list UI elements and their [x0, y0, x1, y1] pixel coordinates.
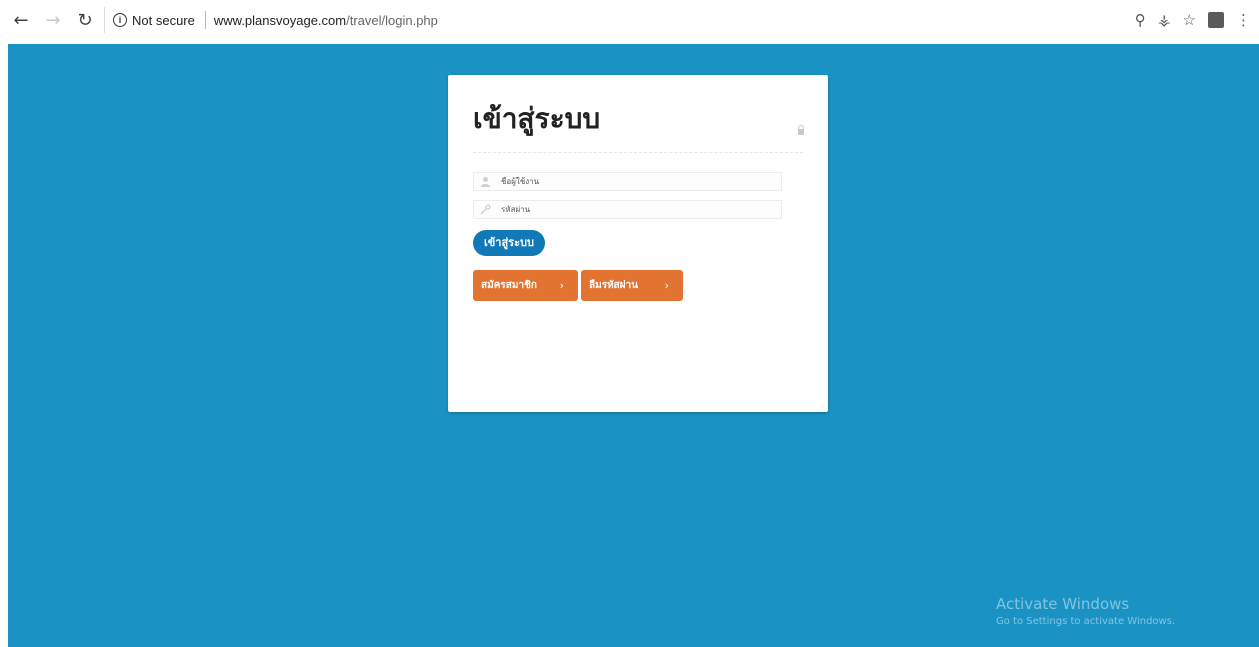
register-label: สมัครสมาชิก — [481, 280, 537, 291]
browser-actions: ⚲ ⚶ ☆ ⋮ — [1135, 0, 1251, 40]
watermark-subtitle: Go to Settings to activate Windows. — [996, 616, 1176, 627]
lock-icon — [798, 125, 804, 135]
address-separator — [204, 11, 206, 29]
windows-activation-watermark: Activate Windows Go to Settings to activ… — [996, 595, 1175, 627]
login-card: เข้าสู่ระบบ เข้าสู่ระบบ สมัคร — [448, 75, 828, 412]
watermark-title: Activate Windows — [996, 595, 1130, 613]
chevron-right-icon: › — [559, 279, 564, 292]
browser-toolbar: ← → ↻ i Not secure www.plansvoyage.com /… — [0, 0, 1259, 40]
password-field[interactable] — [473, 200, 782, 219]
extension-icon[interactable] — [1208, 12, 1224, 28]
info-icon[interactable]: i — [113, 13, 127, 27]
username-field[interactable] — [473, 172, 782, 191]
username-input[interactable] — [501, 177, 761, 186]
security-status[interactable]: Not secure — [132, 13, 195, 28]
forward-button[interactable]: → — [42, 10, 64, 31]
chevron-right-icon: › — [664, 279, 669, 292]
forgot-password-label: ลืมรหัสผ่าน — [589, 280, 639, 291]
login-button[interactable]: เข้าสู่ระบบ — [473, 230, 545, 256]
page-title: เข้าสู่ระบบ — [473, 102, 601, 135]
address-bar[interactable]: i Not secure www.plansvoyage.com /travel… — [104, 7, 1213, 33]
reload-button[interactable]: ↻ — [74, 10, 96, 31]
menu-icon[interactable]: ⋮ — [1236, 11, 1251, 29]
forgot-password-button[interactable]: ลืมรหัสผ่าน › — [581, 270, 683, 301]
page-background: เข้าสู่ระบบ เข้าสู่ระบบ สมัคร — [8, 44, 1259, 647]
back-button[interactable]: ← — [10, 10, 32, 31]
divider — [473, 152, 803, 153]
key-icon[interactable]: ⚶ — [1158, 11, 1171, 29]
key-icon — [479, 204, 491, 216]
user-icon — [479, 176, 491, 188]
url-host[interactable]: www.plansvoyage.com — [214, 13, 346, 28]
zoom-icon[interactable]: ⚲ — [1135, 11, 1146, 29]
register-button[interactable]: สมัครสมาชิก › — [473, 270, 578, 301]
password-input[interactable] — [501, 205, 761, 214]
star-icon[interactable]: ☆ — [1183, 11, 1196, 29]
url-path[interactable]: /travel/login.php — [346, 13, 438, 28]
